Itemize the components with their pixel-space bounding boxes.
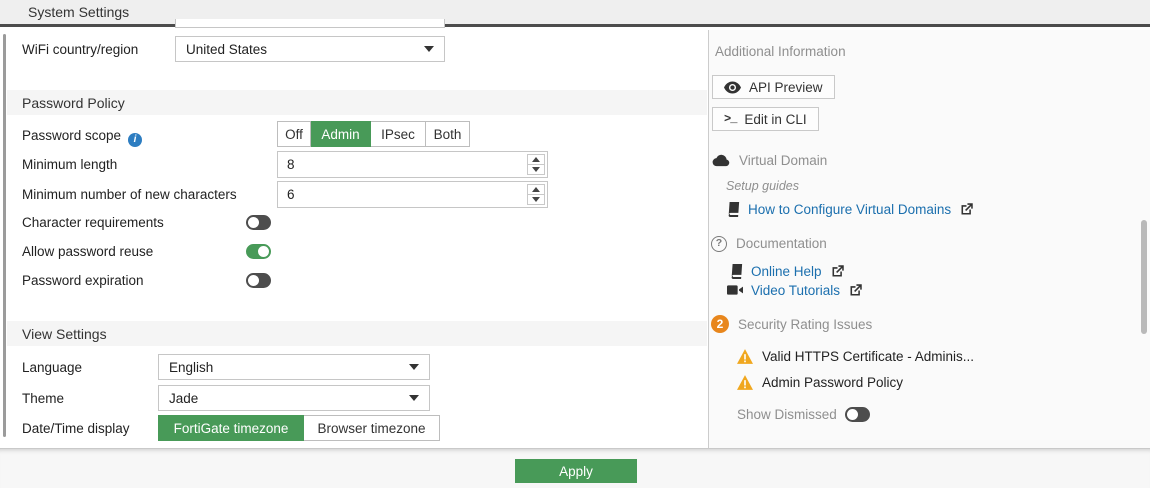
password-scope-option-admin[interactable]: Admin: [311, 121, 371, 147]
password-expiration-label: Password expiration: [22, 272, 144, 289]
video-icon: [727, 284, 743, 296]
allow-password-reuse-label: Allow password reuse: [22, 243, 153, 260]
setup-guides-label: Setup guides: [726, 179, 799, 193]
external-link-icon: [848, 283, 863, 298]
wifi-region-value: United States: [186, 42, 424, 57]
virtual-domain-heading: Virtual Domain: [712, 152, 827, 169]
view-settings-title: View Settings: [22, 326, 107, 342]
wifi-region-label: WiFi country/region: [22, 41, 138, 58]
security-rating-title: Security Rating Issues: [738, 316, 872, 333]
minimum-new-characters-label: Minimum number of new characters: [22, 186, 237, 203]
minimum-new-characters-stepper[interactable]: [527, 184, 545, 205]
datetime-option-fortigate[interactable]: FortiGate timezone: [158, 415, 304, 441]
minimum-length-label: Minimum length: [22, 156, 117, 173]
language-label: Language: [22, 359, 82, 376]
security-rating-heading: 2 Security Rating Issues: [711, 315, 872, 333]
show-dismissed-label: Show Dismissed: [737, 406, 837, 423]
security-issue-row: Admin Password Policy: [737, 374, 903, 391]
security-rating-count-badge: 2: [711, 315, 729, 333]
titlebar: System Settings: [0, 0, 1150, 27]
datetime-option-browser[interactable]: Browser timezone: [304, 415, 440, 441]
book-icon: [726, 202, 740, 217]
book-icon: [729, 264, 743, 279]
virtual-domain-link-row: How to Configure Virtual Domains: [726, 200, 974, 218]
external-link-icon: [830, 264, 845, 279]
page-title: System Settings: [28, 4, 129, 20]
stepper-down-icon[interactable]: [528, 194, 544, 204]
theme-select[interactable]: Jade: [158, 385, 430, 411]
admin-password-policy-issue-link[interactable]: Admin Password Policy: [762, 375, 903, 390]
warning-icon: [737, 375, 753, 390]
video-tutorials-link-row: Video Tutorials: [727, 281, 863, 299]
terminal-icon: >_: [724, 112, 736, 126]
theme-label: Theme: [22, 390, 64, 407]
language-select[interactable]: English: [158, 354, 430, 380]
apply-button[interactable]: Apply: [515, 459, 637, 483]
minimum-length-value: 8: [287, 157, 295, 172]
wifi-region-select[interactable]: United States: [175, 36, 445, 62]
left-scrollbar-thumb[interactable]: [3, 34, 6, 437]
stepper-down-icon[interactable]: [528, 164, 544, 174]
security-issue-row: Valid HTTPS Certificate - Adminis...: [737, 348, 974, 365]
online-help-link[interactable]: Online Help: [751, 264, 822, 279]
info-icon[interactable]: i: [128, 133, 142, 147]
minimum-length-input[interactable]: 8: [277, 151, 548, 178]
api-preview-button[interactable]: API Preview: [712, 75, 835, 99]
how-to-configure-virtual-domains-link[interactable]: How to Configure Virtual Domains: [748, 202, 951, 217]
virtual-domain-title: Virtual Domain: [739, 152, 827, 169]
password-scope-label-text: Password scope: [22, 128, 121, 143]
password-scope-option-off[interactable]: Off: [277, 121, 311, 147]
right-scrollbar-thumb[interactable]: [1141, 220, 1147, 334]
truncated-dropdown[interactable]: [175, 19, 445, 28]
edit-in-cli-button[interactable]: >_ Edit in CLI: [712, 107, 819, 131]
character-requirements-toggle[interactable]: [246, 215, 271, 230]
chevron-down-icon: [409, 395, 419, 401]
minimum-new-characters-input[interactable]: 6: [277, 181, 548, 208]
minimum-new-characters-value: 6: [287, 187, 295, 202]
online-help-link-row: Online Help: [729, 262, 845, 280]
documentation-title: Documentation: [736, 235, 827, 252]
question-icon: ?: [711, 236, 727, 252]
stepper-up-icon[interactable]: [528, 155, 544, 164]
system-settings-page: System Settings WiFi country/region Unit…: [0, 0, 1150, 490]
external-link-icon: [959, 202, 974, 217]
password-expiration-toggle[interactable]: [246, 273, 271, 288]
stepper-up-icon[interactable]: [528, 185, 544, 194]
password-scope-option-ipsec[interactable]: IPsec: [371, 121, 426, 147]
warning-icon: [737, 349, 753, 364]
allow-password-reuse-toggle[interactable]: [246, 244, 271, 259]
password-scope-segmented: Off Admin IPsec Both: [277, 121, 470, 147]
chevron-down-icon: [409, 364, 419, 370]
password-scope-label: Password scope i: [22, 127, 142, 147]
documentation-heading: ? Documentation: [711, 235, 827, 252]
video-tutorials-link[interactable]: Video Tutorials: [751, 283, 840, 298]
cloud-icon: [712, 154, 730, 167]
view-settings-section-header: View Settings: [7, 321, 707, 346]
eye-icon: [724, 81, 741, 94]
valid-https-certificate-issue-link[interactable]: Valid HTTPS Certificate - Adminis...: [762, 349, 974, 364]
api-preview-label: API Preview: [749, 80, 823, 95]
password-policy-section-header: Password Policy: [7, 90, 707, 115]
password-policy-title: Password Policy: [22, 95, 125, 111]
theme-value: Jade: [169, 391, 409, 406]
datetime-display-label: Date/Time display: [22, 420, 130, 437]
language-value: English: [169, 360, 409, 375]
datetime-display-segmented: FortiGate timezone Browser timezone: [158, 415, 440, 441]
character-requirements-label: Character requirements: [22, 214, 164, 231]
minimum-length-stepper[interactable]: [527, 154, 545, 175]
password-scope-option-both[interactable]: Both: [426, 121, 470, 147]
edit-in-cli-label: Edit in CLI: [744, 112, 806, 127]
show-dismissed-toggle[interactable]: [845, 407, 870, 422]
chevron-down-icon: [424, 46, 434, 52]
additional-information-heading: Additional Information: [715, 43, 846, 60]
